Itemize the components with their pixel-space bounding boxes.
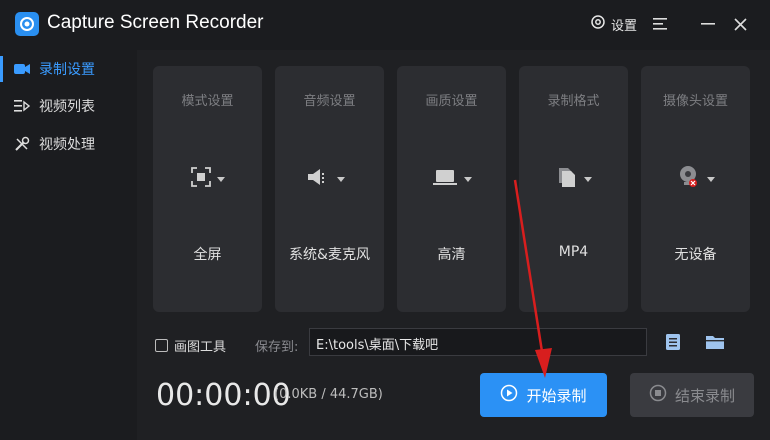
file-list-button[interactable]	[662, 331, 684, 353]
play-circle-icon	[500, 384, 518, 406]
start-recording-button[interactable]: 开始录制	[480, 373, 607, 417]
card-title: 摄像头设置	[662, 94, 728, 109]
card-quality-settings[interactable]: 画质设置 高清	[397, 66, 506, 312]
format-dropdown[interactable]	[519, 164, 628, 194]
sidebar-item-record-settings[interactable]: 录制设置	[0, 50, 137, 88]
list-play-icon	[13, 97, 31, 115]
audio-dropdown[interactable]	[275, 164, 384, 194]
card-value: 无设备	[674, 247, 717, 263]
draw-tool-checkbox[interactable]: 画图工具	[155, 336, 226, 355]
card-record-format[interactable]: 录制格式 MP4	[519, 66, 628, 312]
file-icon	[556, 166, 578, 192]
start-recording-label: 开始录制	[526, 386, 587, 405]
sidebar-item-video-list[interactable]: 视频列表	[0, 87, 137, 125]
card-title: 画质设置	[425, 94, 478, 109]
mode-dropdown[interactable]	[153, 164, 262, 194]
chevron-down-icon	[706, 176, 715, 182]
sidebar-item-label: 视频列表	[39, 99, 95, 115]
stop-recording-label: 结束录制	[674, 386, 735, 405]
laptop-icon	[432, 167, 458, 191]
gear-icon	[590, 14, 606, 34]
menu-button[interactable]	[649, 12, 671, 36]
card-title: 音频设置	[303, 94, 356, 109]
settings-label: 设置	[611, 18, 638, 34]
stop-recording-button[interactable]: 结束录制	[630, 373, 754, 417]
save-path-field[interactable]: E:\tools\桌面\下载吧	[309, 328, 647, 356]
stop-circle-icon	[649, 384, 667, 406]
folder-icon	[706, 336, 724, 349]
quality-dropdown[interactable]	[397, 164, 506, 194]
menu-icon	[653, 18, 667, 30]
card-title: 模式设置	[181, 94, 234, 109]
card-value: MP4	[558, 244, 589, 260]
open-folder-button[interactable]	[704, 331, 726, 353]
sidebar-item-video-processing[interactable]: 视频处理	[0, 125, 137, 163]
camera-icon	[13, 60, 31, 78]
chevron-down-icon	[216, 176, 225, 182]
sidebar-item-label: 视频处理	[39, 137, 95, 153]
card-value: 全屏	[193, 247, 222, 263]
tools-icon	[13, 135, 31, 153]
minimize-button[interactable]	[697, 12, 719, 36]
card-title: 录制格式	[547, 94, 600, 109]
app-title: Capture Screen Recorder	[47, 12, 264, 33]
app-logo-icon	[15, 12, 39, 36]
card-value: 高清	[437, 247, 466, 263]
chevron-down-icon	[463, 176, 472, 182]
chevron-down-icon	[336, 176, 345, 182]
fullscreen-icon	[190, 167, 211, 191]
title-bar: Capture Screen Recorder 设置	[0, 0, 770, 50]
file-list-icon	[666, 334, 680, 350]
card-audio-settings[interactable]: 音频设置 系统&麦克风	[275, 66, 495, 312]
card-webcam-settings[interactable]: 摄像头设置 无设备	[641, 66, 750, 312]
close-icon	[733, 17, 747, 31]
settings-button[interactable]: 设置	[590, 14, 637, 34]
recording-timer: 00:00:00	[156, 378, 291, 413]
checkbox-box[interactable]	[155, 339, 168, 352]
webcam-dropdown[interactable]	[641, 164, 750, 194]
minimize-icon	[701, 23, 715, 25]
card-mode-settings[interactable]: 模式设置 全屏	[153, 66, 262, 312]
close-button[interactable]	[729, 12, 751, 36]
file-size-info: (0.0KB / 44.7GB)	[274, 387, 383, 402]
draw-tool-label: 画图工具	[174, 340, 227, 355]
speaker-icon	[305, 167, 331, 191]
sidebar-item-label: 录制设置	[39, 62, 95, 78]
save-to-label: 保存到:	[255, 340, 299, 355]
webcam-icon	[677, 165, 701, 193]
chevron-down-icon	[583, 176, 592, 182]
card-value: 系统&麦克风	[289, 247, 370, 263]
sidebar: 录制设置 视频列表 视频处理	[0, 50, 137, 440]
